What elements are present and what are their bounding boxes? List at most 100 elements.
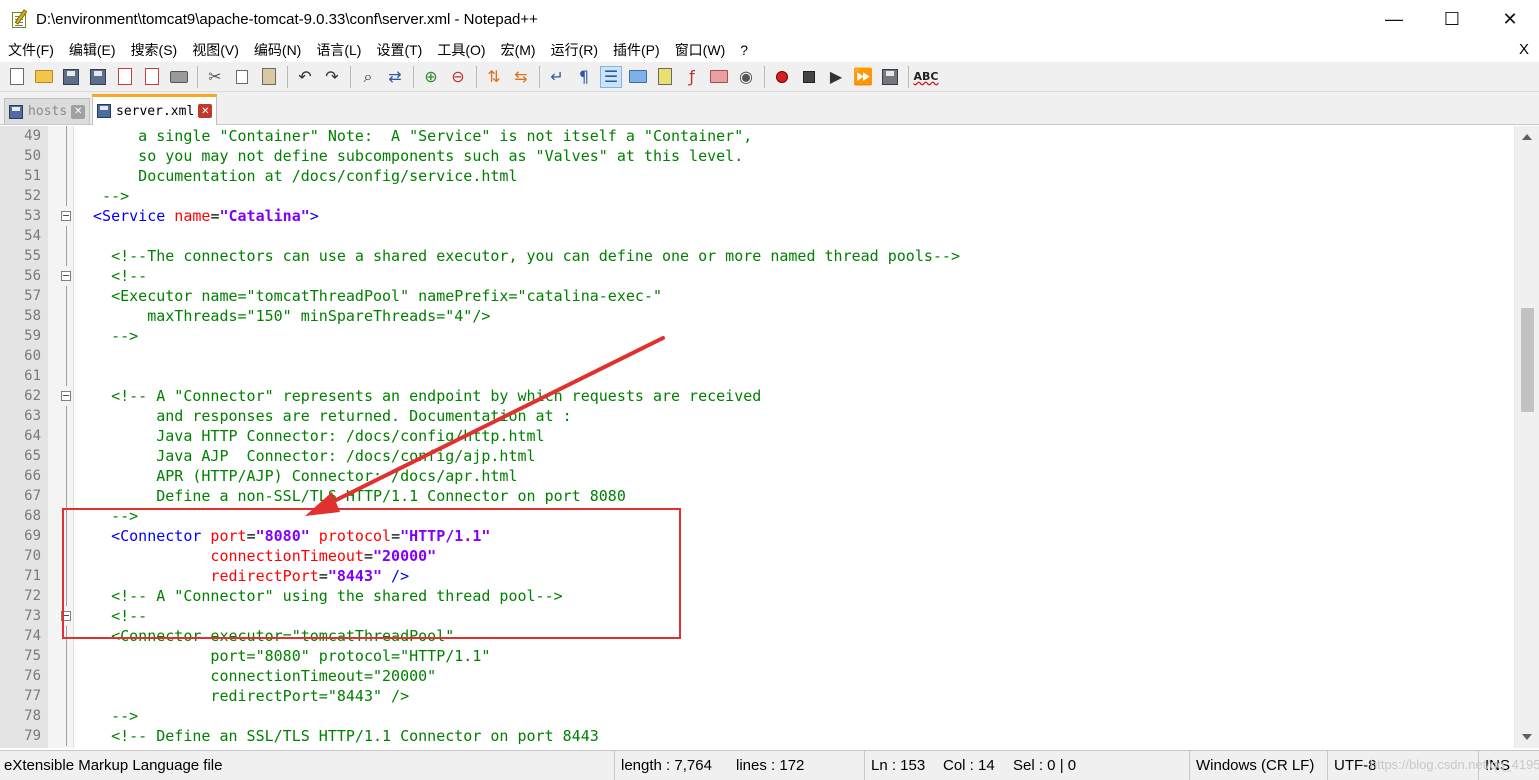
- spell-check-icon[interactable]: ABC: [914, 66, 939, 88]
- notepad-plus-plus-icon: [10, 9, 30, 29]
- line-number: 69: [24, 528, 41, 544]
- function-list-icon[interactable]: ƒ: [681, 66, 703, 88]
- code-text: a single "Container" Note: A "Service" i…: [84, 127, 753, 145]
- code-line: 50 so you may not define subcomponents s…: [0, 146, 1512, 166]
- scroll-up-icon[interactable]: [1522, 134, 1532, 140]
- record-macro-icon[interactable]: [771, 66, 793, 88]
- copy-icon[interactable]: [231, 66, 253, 88]
- stop-recording-icon[interactable]: [798, 66, 820, 88]
- toolbar-separator: [197, 65, 198, 88]
- menu-encoding[interactable]: 编码(N): [246, 40, 308, 60]
- tab-server-xml[interactable]: server.xml ✕: [92, 94, 218, 125]
- code-line: 63 and responses are returned. Documenta…: [0, 406, 1512, 426]
- save-all-icon[interactable]: [87, 66, 109, 88]
- line-number: 67: [24, 488, 41, 504]
- folder-workspace-icon[interactable]: [708, 66, 730, 88]
- code-line: 51 Documentation at /docs/config/service…: [0, 166, 1512, 186]
- zoom-in-icon[interactable]: ⊕: [420, 66, 442, 88]
- menu-tools[interactable]: 工具(O): [429, 40, 492, 60]
- sync-horizontal-icon[interactable]: ⇆: [510, 66, 532, 88]
- line-number: 62: [24, 388, 41, 404]
- save-macro-icon[interactable]: [879, 66, 901, 88]
- fold-toggle-icon[interactable]: [61, 211, 71, 221]
- scrollbar-thumb[interactable]: [1521, 308, 1534, 412]
- undo-icon[interactable]: ↶: [294, 66, 316, 88]
- line-number: 60: [24, 348, 41, 364]
- code-text: <!-- Define an SSL/TLS HTTP/1.1 Connecto…: [84, 727, 599, 745]
- code-line: 77 redirectPort="8443" />: [0, 686, 1512, 706]
- indent-guide-icon[interactable]: ☰: [600, 65, 622, 88]
- menu-run[interactable]: 运行(R): [543, 40, 605, 60]
- doc-map-icon[interactable]: [654, 66, 676, 88]
- title-bar: D:\environment\tomcat9\apache-tomcat-9.0…: [0, 0, 1539, 38]
- line-number: 54: [24, 228, 41, 244]
- code-text: <!--: [84, 267, 148, 285]
- print-icon[interactable]: [168, 66, 190, 88]
- status-selection: Sel : 0 | 0: [1013, 757, 1077, 774]
- replace-icon[interactable]: ⇄: [384, 66, 406, 88]
- zoom-out-icon[interactable]: ⊖: [447, 66, 469, 88]
- new-file-icon[interactable]: [6, 66, 28, 88]
- playback-macro-icon[interactable]: ▶: [825, 66, 847, 88]
- maximize-button[interactable]: ☐: [1423, 0, 1481, 38]
- code-text: redirectPort="8443" />: [84, 687, 410, 705]
- tab-close-icon[interactable]: ✕: [198, 104, 213, 118]
- find-icon[interactable]: ⌕: [357, 66, 379, 88]
- code-text: <!-- A "Connector" represents an endpoin…: [84, 387, 762, 405]
- window-title: D:\environment\tomcat9\apache-tomcat-9.0…: [36, 10, 538, 28]
- menu-help[interactable]: ?: [732, 42, 755, 58]
- redo-icon[interactable]: ↷: [321, 66, 343, 88]
- user-language-icon[interactable]: [627, 66, 649, 88]
- show-all-chars-icon[interactable]: ¶: [573, 66, 595, 88]
- code-line: 61: [0, 366, 1512, 386]
- monitoring-icon[interactable]: ◉: [735, 66, 757, 88]
- sync-vertical-icon[interactable]: ⇅: [483, 66, 505, 88]
- cut-icon[interactable]: ✂: [204, 66, 226, 88]
- code-editor[interactable]: 49 a single "Container" Note: A "Service…: [0, 126, 1539, 748]
- menu-view[interactable]: 视图(V): [184, 40, 246, 60]
- status-eol: Windows (CR LF): [1189, 751, 1314, 780]
- line-number: 73: [24, 608, 41, 624]
- code-text: connectionTimeout="20000": [84, 667, 437, 685]
- tab-close-icon[interactable]: ✕: [71, 104, 86, 119]
- word-wrap-icon[interactable]: ↵: [546, 66, 568, 88]
- menu-language[interactable]: 语言(L): [308, 40, 368, 60]
- open-file-icon[interactable]: [33, 66, 55, 88]
- status-line-number: Ln : 153: [864, 751, 925, 780]
- scroll-down-icon[interactable]: [1522, 734, 1532, 740]
- line-number: 58: [24, 308, 41, 324]
- run-macro-multiple-icon[interactable]: ⏩: [852, 66, 874, 88]
- line-number: 52: [24, 188, 41, 204]
- close-window-button[interactable]: ✕: [1481, 0, 1539, 38]
- menu-window[interactable]: 窗口(W): [667, 40, 733, 60]
- menu-settings[interactable]: 设置(T): [368, 40, 429, 60]
- menu-edit[interactable]: 编辑(E): [61, 40, 123, 60]
- line-number: 66: [24, 468, 41, 484]
- toolbar-separator: [764, 65, 765, 88]
- close-document-button[interactable]: X: [1519, 41, 1529, 58]
- code-line: 53 <Service name="Catalina">: [0, 206, 1512, 226]
- close-all-icon[interactable]: [141, 66, 163, 88]
- save-icon[interactable]: [60, 66, 82, 88]
- paste-icon[interactable]: [258, 66, 280, 88]
- code-line: 62 <!-- A "Connector" represents an endp…: [0, 386, 1512, 406]
- code-text: <!--The connectors can use a shared exec…: [84, 247, 960, 265]
- minimize-button[interactable]: —: [1365, 0, 1423, 38]
- line-number: 74: [24, 628, 41, 644]
- menu-plugins[interactable]: 插件(P): [605, 40, 667, 60]
- code-line: 52 -->: [0, 186, 1512, 206]
- toolbar-separator: [350, 65, 351, 88]
- menu-file[interactable]: 文件(F): [0, 40, 61, 60]
- fold-toggle-icon[interactable]: [61, 391, 71, 401]
- vertical-scrollbar[interactable]: [1514, 126, 1539, 748]
- code-text: <Executor name="tomcatThreadPool" namePr…: [84, 287, 662, 305]
- code-line: 49 a single "Container" Note: A "Service…: [0, 126, 1512, 146]
- close-icon[interactable]: [114, 66, 136, 88]
- line-number: 76: [24, 668, 41, 684]
- fold-toggle-icon[interactable]: [61, 271, 71, 281]
- code-line: 56 <!--: [0, 266, 1512, 286]
- menu-macro[interactable]: 宏(M): [493, 40, 543, 60]
- tab-hosts[interactable]: hosts ✕: [4, 98, 91, 124]
- code-line: 79 <!-- Define an SSL/TLS HTTP/1.1 Conne…: [0, 726, 1512, 746]
- menu-search[interactable]: 搜索(S): [123, 40, 185, 60]
